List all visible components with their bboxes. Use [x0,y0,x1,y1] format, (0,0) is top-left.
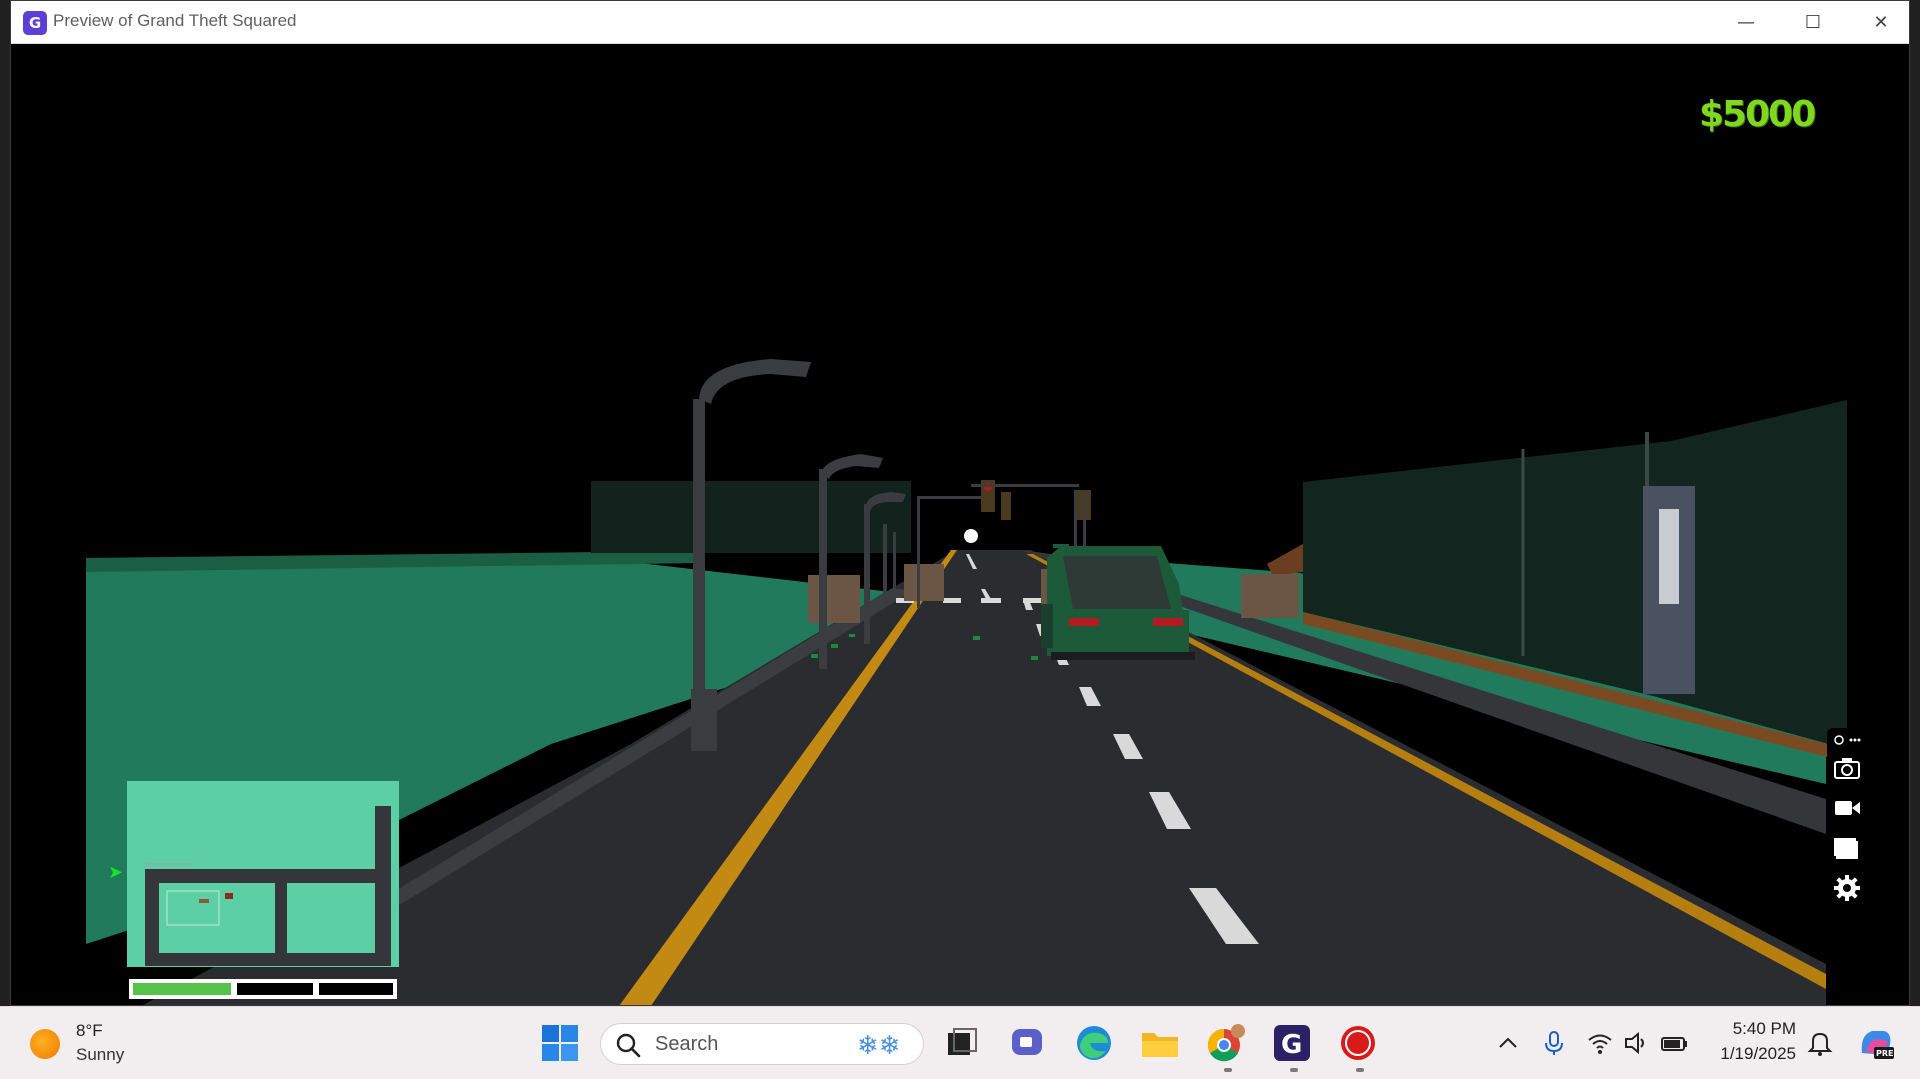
microphone-icon[interactable] [1540,1029,1568,1057]
weather-temperature[interactable]: 8°F [76,1021,103,1041]
svg-text:❄❄: ❄❄ [857,1031,901,1061]
moon [964,529,978,543]
start-icon[interactable] [538,1021,582,1065]
wifi-icon[interactable] [1586,1029,1614,1057]
gear-icon[interactable] [1833,874,1861,902]
recording-toolbar [1827,728,1865,918]
game-viewport[interactable]: $5000 ➤ [11,44,1909,1005]
search-box[interactable]: Search ❄❄ [600,1023,924,1065]
health-segment-1 [133,983,231,995]
file-explorer-icon[interactable] [1138,1021,1182,1065]
maximize-button[interactable]: ☐ [1783,1,1843,44]
minimize-button[interactable]: — [1716,1,1776,44]
clock-date[interactable]: 1/19/2025 [1700,1044,1796,1064]
close-button[interactable]: ✕ [1851,1,1909,44]
taskbar: 8°F Sunny Search ❄❄ G 5:40 PM 1/19/2025 … [0,1006,1920,1079]
health-segment-2 [237,983,313,995]
camera-icon[interactable] [1833,754,1861,782]
svg-text:G: G [1281,1030,1302,1060]
window-icon[interactable] [1833,834,1861,862]
weather-condition[interactable]: Sunny [76,1045,124,1065]
battery-icon[interactable] [1660,1029,1688,1057]
sun-icon[interactable] [30,1029,60,1059]
gdevelop-running-indicator [1290,1068,1298,1072]
link-icon[interactable] [1833,732,1861,748]
copilot-badge: PRE [1876,1049,1894,1058]
money-counter: $5000 [1699,94,1816,135]
green-arrow-icon: ➤ [108,862,124,883]
bell-icon[interactable] [1806,1029,1834,1057]
record-icon[interactable] [1336,1021,1380,1065]
gdevelop-app-icon: G [23,11,47,35]
snowflake-icon: ❄❄ [857,1031,901,1061]
gdevelop-icon[interactable]: G [1270,1021,1314,1065]
speaker-icon[interactable] [1622,1029,1650,1057]
chrome-icon[interactable] [1204,1021,1248,1065]
chrome-running-indicator [1224,1068,1232,1072]
edge-icon[interactable] [1072,1021,1116,1065]
task-view-icon[interactable] [940,1021,984,1065]
copilot-icon[interactable]: PRE [1856,1023,1896,1063]
chevron-up-icon[interactable] [1494,1029,1522,1057]
search-icon [616,1033,641,1058]
distant-building [591,481,911,553]
health-bar [129,979,397,999]
title-bar[interactable]: G Preview of Grand Theft Squared — ☐ ✕ [11,1,1909,44]
search-label: Search [655,1033,719,1055]
health-segment-3 [319,983,393,995]
clock-time[interactable]: 5:40 PM [1700,1019,1796,1039]
app-window: G Preview of Grand Theft Squared — ☐ ✕ $… [10,0,1910,1006]
teams-icon[interactable] [1006,1021,1050,1065]
window-title: Preview of Grand Theft Squared [53,11,297,30]
minimap [127,781,399,999]
video-camera-icon[interactable] [1833,794,1861,822]
record-running-indicator [1356,1068,1364,1072]
